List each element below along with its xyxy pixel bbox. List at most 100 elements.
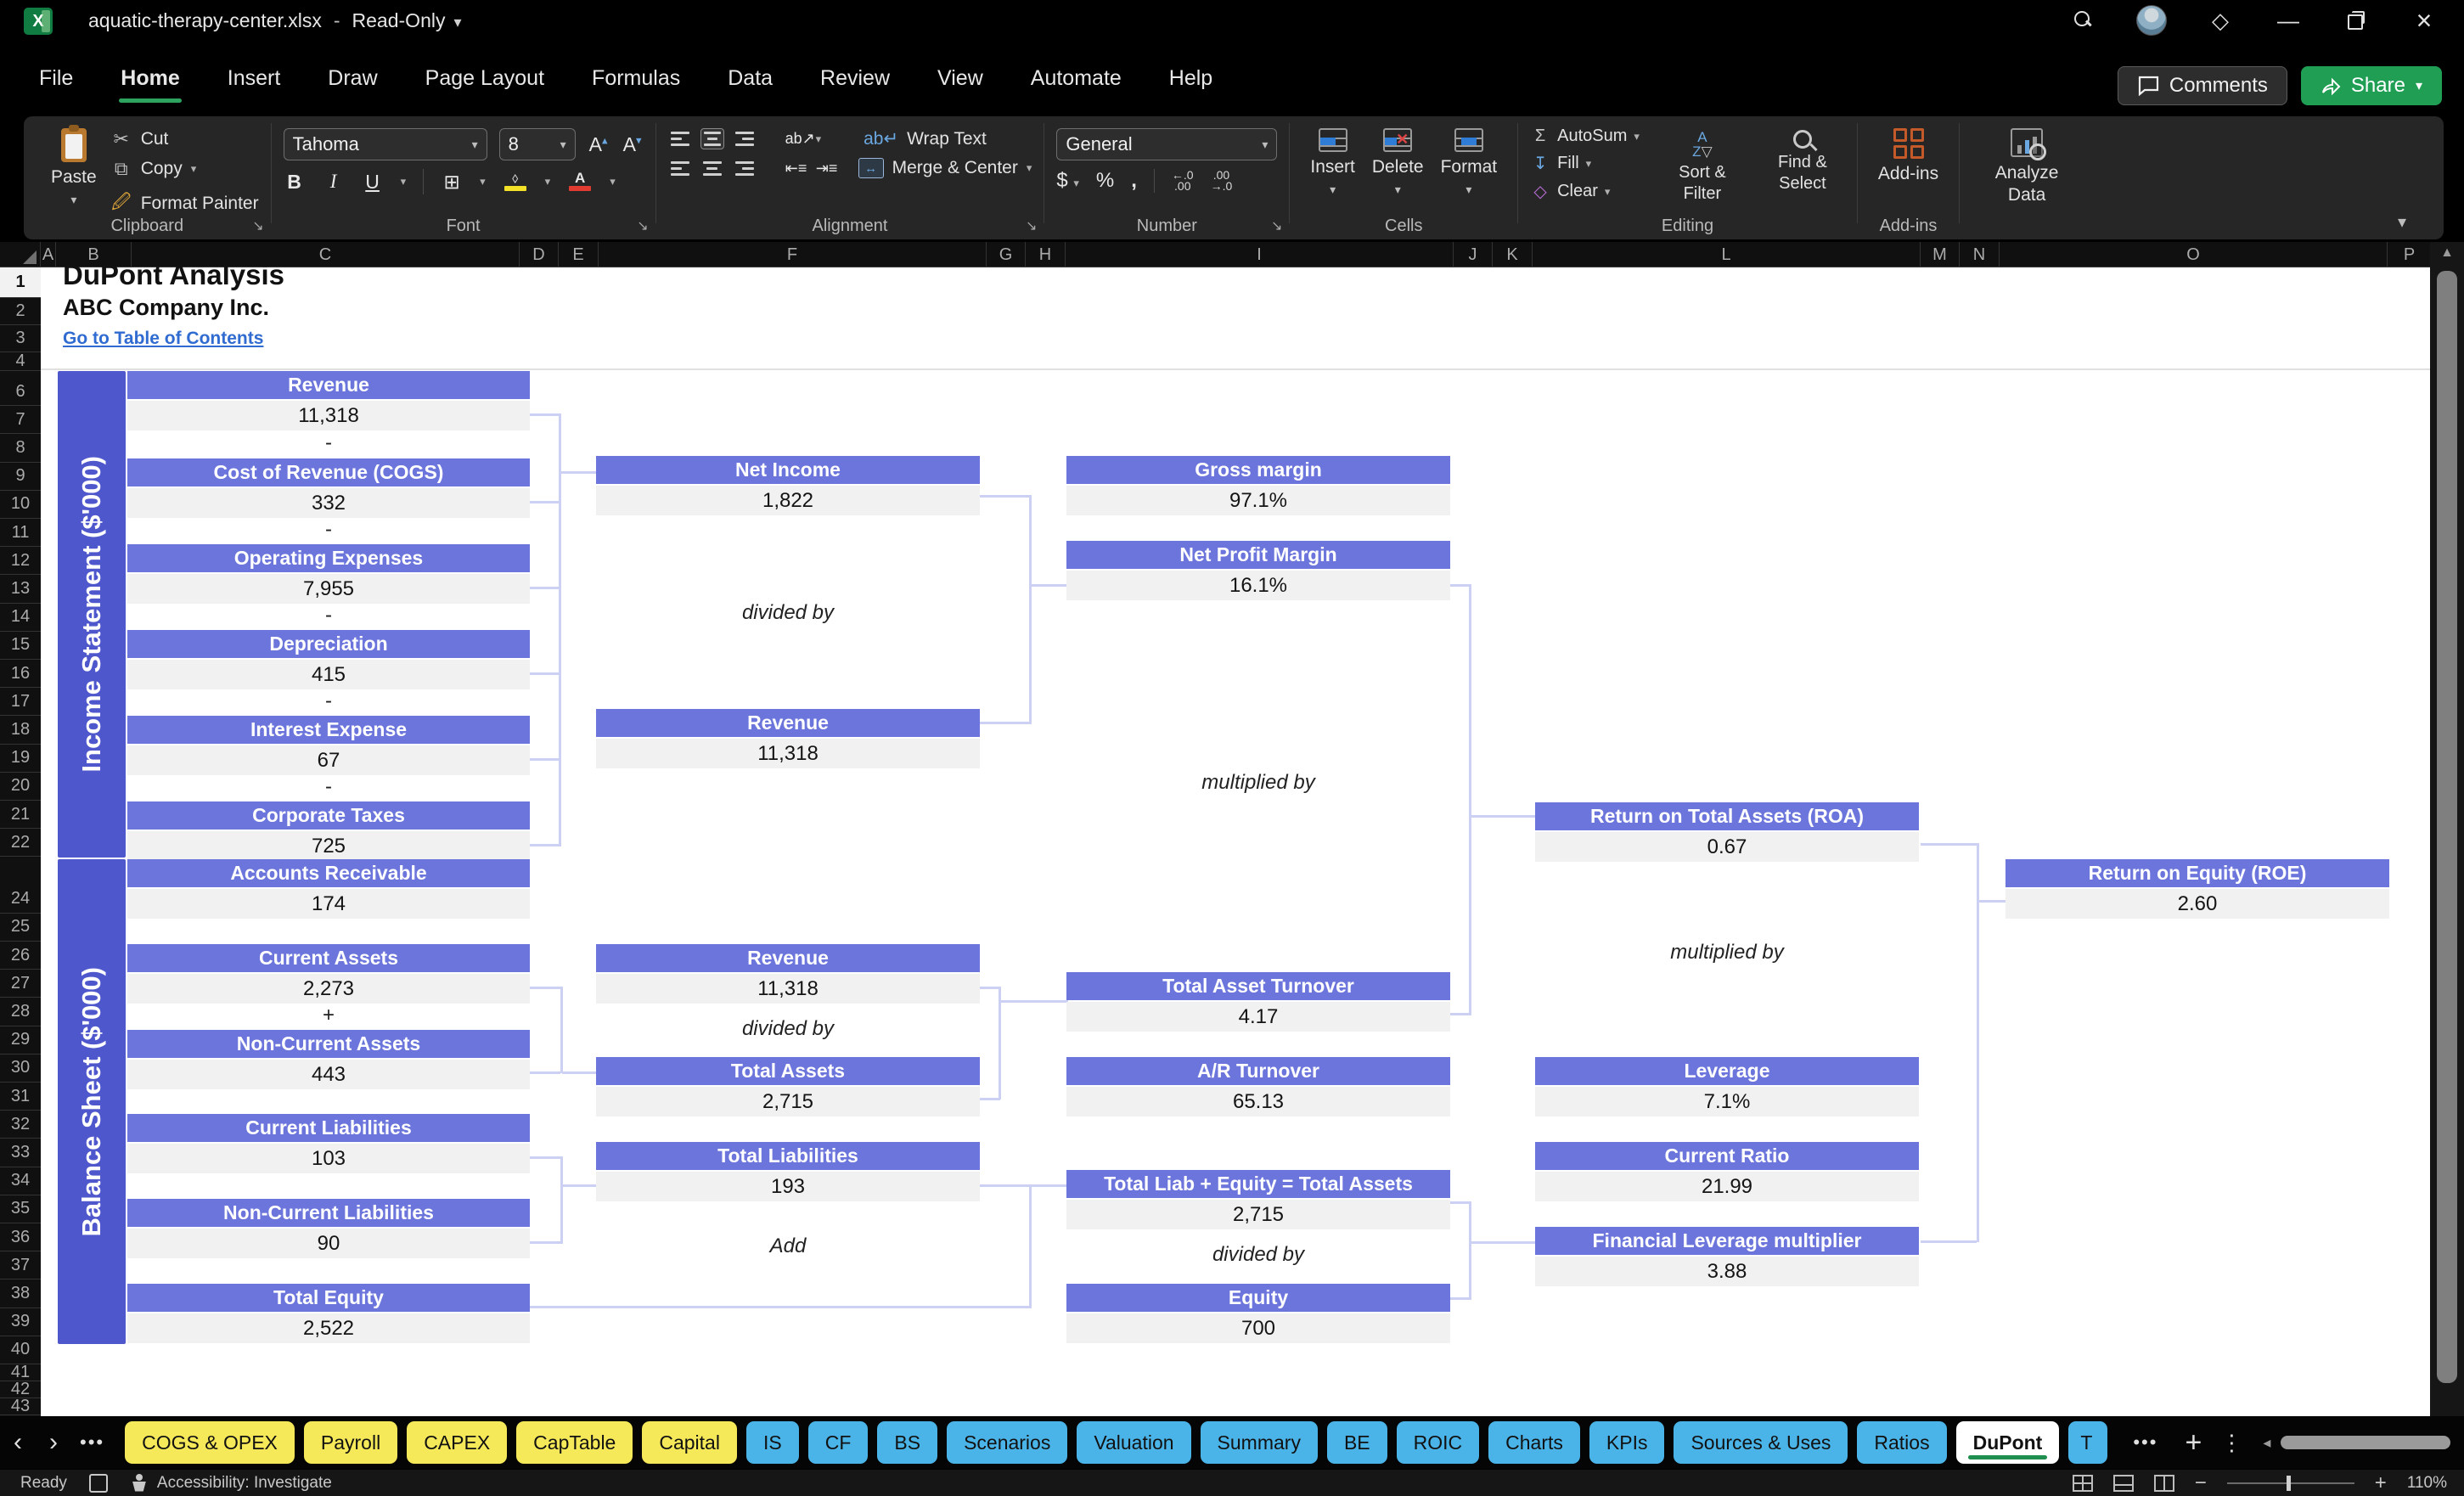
row-header-33[interactable]: 33: [0, 1139, 41, 1167]
avatar[interactable]: [2136, 5, 2167, 36]
page-layout-view-icon[interactable]: [2113, 1475, 2134, 1492]
row-header-26[interactable]: 26: [0, 942, 41, 970]
horizontal-scroll-thumb[interactable]: [2281, 1436, 2450, 1449]
select-all-corner[interactable]: [0, 242, 41, 267]
normal-view-icon[interactable]: [2073, 1475, 2093, 1492]
metric-value[interactable]: 4.17: [1066, 1002, 1450, 1032]
zoom-slider[interactable]: [2227, 1482, 2354, 1484]
column-header-I[interactable]: I: [1066, 242, 1454, 267]
column-header-F[interactable]: F: [599, 242, 987, 267]
row-header-30[interactable]: 30: [0, 1055, 41, 1083]
scroll-left-icon[interactable]: ◂: [2263, 1434, 2270, 1452]
sheet-tab-t[interactable]: T: [2068, 1421, 2107, 1464]
table-of-contents-link[interactable]: Go to Table of Contents: [63, 329, 263, 349]
more-sheets-button[interactable]: •••: [2124, 1431, 2166, 1454]
column-header-O[interactable]: O: [2000, 242, 2388, 267]
row-header-6[interactable]: 6: [0, 378, 41, 406]
italic-button[interactable]: I: [323, 171, 345, 193]
row-header-31[interactable]: 31: [0, 1083, 41, 1111]
column-header-J[interactable]: J: [1454, 242, 1493, 267]
row-header-22[interactable]: 22: [0, 829, 41, 857]
row-header-4[interactable]: 4: [0, 352, 41, 371]
collapse-ribbon-icon[interactable]: ▾: [2398, 211, 2406, 233]
sort-filter-button[interactable]: AZ▽ Sort & Filter: [1660, 125, 1745, 205]
autosum-button[interactable]: ΣAutoSum▾: [1530, 127, 1640, 146]
column-header-N[interactable]: N: [1960, 242, 2000, 267]
page-break-view-icon[interactable]: [2154, 1475, 2174, 1492]
metric-value[interactable]: 2,273: [127, 974, 530, 1004]
zoom-in-button[interactable]: +: [2375, 1471, 2387, 1495]
menu-tab-draw[interactable]: Draw: [323, 59, 382, 104]
sheet-tab-payroll[interactable]: Payroll: [304, 1421, 397, 1464]
metric-value[interactable]: 2.60: [2006, 889, 2389, 919]
sheet-tab-dupont[interactable]: DuPont: [1956, 1421, 2060, 1464]
menu-tab-review[interactable]: Review: [815, 59, 895, 104]
column-header-P[interactable]: P: [2388, 242, 2430, 267]
scroll-up-icon[interactable]: ▲: [2430, 245, 2464, 261]
metric-value[interactable]: 97.1%: [1066, 486, 1450, 515]
decrease-font-button[interactable]: A▾: [622, 133, 644, 156]
sheet-tab-kpis[interactable]: KPIs: [1589, 1421, 1665, 1464]
fill-button[interactable]: ↧Fill▾: [1530, 153, 1640, 174]
row-header-13[interactable]: 13: [0, 575, 41, 603]
format-cells-button[interactable]: Format▾: [1432, 125, 1506, 200]
restore-icon[interactable]: [2342, 8, 2371, 34]
metric-value[interactable]: 3.88: [1535, 1257, 1919, 1286]
font-size-select[interactable]: 8▾: [499, 128, 576, 160]
metric-value[interactable]: 11,318: [596, 974, 980, 1004]
underline-chevron-icon[interactable]: ▾: [401, 175, 407, 188]
metric-value[interactable]: 67: [127, 745, 530, 775]
align-right-button[interactable]: [733, 159, 757, 178]
row-header-20[interactable]: 20: [0, 773, 41, 801]
decrease-indent-button[interactable]: ⇤≡: [785, 160, 807, 177]
sheet-options-button[interactable]: ⋮: [2220, 1430, 2242, 1456]
metric-value[interactable]: 7.1%: [1535, 1087, 1919, 1116]
column-header-K[interactable]: K: [1493, 242, 1533, 267]
increase-font-button[interactable]: A▴: [588, 133, 610, 156]
column-header-E[interactable]: E: [559, 242, 599, 267]
row-header-14[interactable]: 14: [0, 604, 41, 632]
menu-tab-page-layout[interactable]: Page Layout: [420, 59, 549, 104]
row-header-43[interactable]: 43: [0, 1398, 41, 1415]
row-header-37[interactable]: 37: [0, 1251, 41, 1279]
menu-tab-insert[interactable]: Insert: [222, 59, 286, 104]
row-header-17[interactable]: 17: [0, 688, 41, 716]
align-middle-button[interactable]: [700, 128, 724, 149]
metric-value[interactable]: 700: [1066, 1313, 1450, 1343]
row-header-38[interactable]: 38: [0, 1279, 41, 1308]
metric-value[interactable]: 90: [127, 1229, 530, 1258]
column-header-L[interactable]: L: [1533, 242, 1921, 267]
row-header-39[interactable]: 39: [0, 1308, 41, 1336]
number-format-select[interactable]: General▾: [1056, 128, 1277, 160]
align-top-button[interactable]: [668, 129, 692, 149]
metric-value[interactable]: 1,822: [596, 486, 980, 515]
row-header-8[interactable]: 8: [0, 434, 41, 462]
row-header-28[interactable]: 28: [0, 998, 41, 1026]
row-header-36[interactable]: 36: [0, 1223, 41, 1251]
font-family-select[interactable]: Tahoma▾: [284, 128, 487, 160]
font-color-button[interactable]: A: [567, 172, 593, 191]
currency-button[interactable]: $ ▾: [1056, 169, 1079, 193]
clipboard-dialog-launcher[interactable]: ↘: [252, 217, 263, 234]
fill-color-button[interactable]: ⬨: [503, 172, 528, 191]
increase-decimal-button[interactable]: ←.0.00: [1172, 170, 1194, 192]
column-header-M[interactable]: M: [1921, 242, 1960, 267]
sheet-tab-captable[interactable]: CapTable: [516, 1421, 633, 1464]
metric-value[interactable]: 725: [127, 831, 530, 861]
metric-value[interactable]: 11,318: [127, 401, 530, 430]
analyze-data-button[interactable]: Analyze Data: [1972, 125, 2082, 211]
display-settings-icon[interactable]: [89, 1474, 108, 1493]
row-header-27[interactable]: 27: [0, 970, 41, 998]
cut-button[interactable]: ✂Cut: [110, 128, 259, 150]
sheet-tab-charts[interactable]: Charts: [1488, 1421, 1580, 1464]
add-sheet-button[interactable]: +: [2185, 1426, 2202, 1459]
metric-value[interactable]: 16.1%: [1066, 571, 1450, 600]
vertical-scroll-thumb[interactable]: [2437, 271, 2457, 1383]
menu-tab-automate[interactable]: Automate: [1026, 59, 1127, 104]
horizontal-scrollbar[interactable]: ◂: [2263, 1435, 2456, 1450]
zoom-slider-thumb[interactable]: [2287, 1476, 2291, 1491]
sheet-tab-scenarios[interactable]: Scenarios: [947, 1421, 1067, 1464]
align-center-button[interactable]: [700, 159, 724, 178]
orientation-button[interactable]: ab↗: [785, 130, 807, 148]
share-button[interactable]: Share ▾: [2301, 66, 2442, 105]
